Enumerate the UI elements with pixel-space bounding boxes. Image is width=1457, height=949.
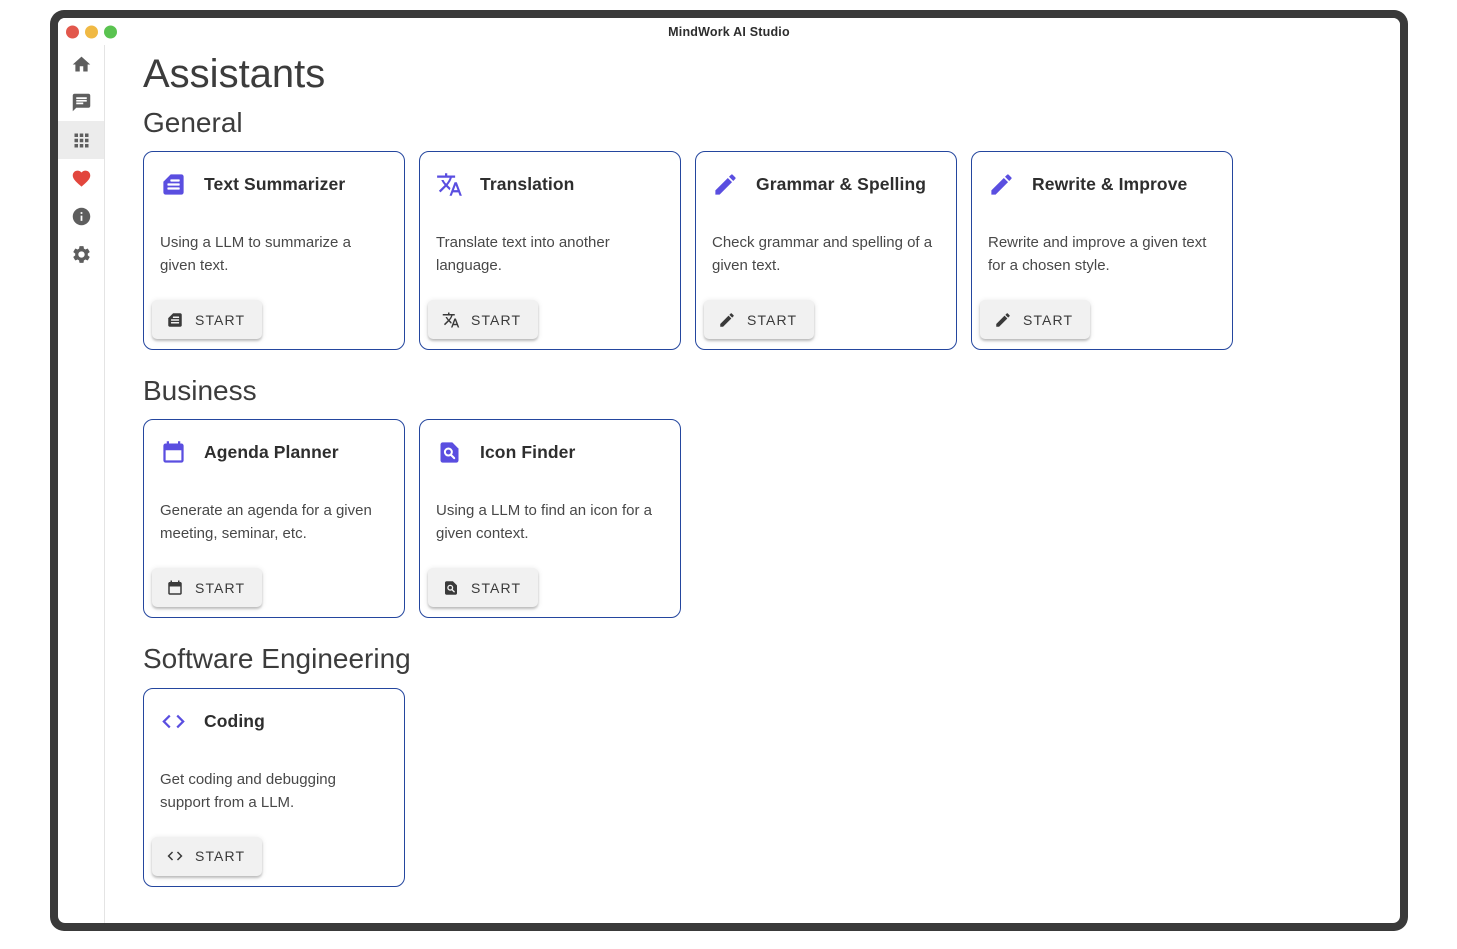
section-software-engineering: Software Engineering Coding Get coding and… [143,643,1380,886]
start-button[interactable]: START [152,837,262,876]
card-header: Translation [436,171,664,198]
card-title: Grammar & Spelling [756,174,926,195]
summarize-icon [166,311,184,329]
card-header: Icon Finder [436,439,664,466]
assistant-card[interactable]: Text Summarizer Using a LLM to summarize … [143,151,405,350]
assistant-card[interactable]: Grammar & Spelling Check grammar and spel… [695,151,957,350]
traffic-lights [66,25,117,38]
section-general: General Text Summarizer Using a LLM to sum… [143,107,1380,350]
calendar-icon [166,579,184,597]
card-title: Text Summarizer [204,174,345,195]
sidebar-item-settings[interactable] [58,235,104,273]
code-icon [166,847,184,865]
card-description: Translate text into another language. [436,231,664,277]
start-button[interactable]: START [704,300,814,339]
card-row: Coding Get coding and debugging support f… [143,688,1380,887]
icon-search-icon [442,579,460,597]
card-header: Rewrite & Improve [988,171,1216,198]
gear-icon [71,244,92,265]
sidebar-item-about[interactable] [58,197,104,235]
pencil-icon [712,171,739,198]
card-description: Using a LLM to summarize a given text. [160,231,388,277]
calendar-icon [160,439,187,466]
card-row: Text Summarizer Using a LLM to summarize … [143,151,1380,350]
assistant-card[interactable]: Translation Translate text into another l… [419,151,681,350]
card-title: Translation [480,174,574,195]
sections-container: General Text Summarizer Using a LLM to sum… [143,107,1380,887]
home-icon [71,54,92,75]
sidebar-item-home[interactable] [58,45,104,83]
section-heading: General [143,107,1380,139]
titlebar: MindWork AI Studio [58,18,1400,45]
translate-icon [442,311,460,329]
heart-icon [71,168,92,189]
card-description: Rewrite and improve a given text for a c… [988,231,1216,277]
window-title: MindWork AI Studio [668,25,790,39]
start-button[interactable]: START [428,568,538,607]
assistant-card[interactable]: Coding Get coding and debugging support f… [143,688,405,887]
card-description: Check grammar and spelling of a given te… [712,231,940,277]
start-button-label: START [195,312,245,328]
start-button-label: START [471,312,521,328]
card-title: Rewrite & Improve [1032,174,1187,195]
start-button[interactable]: START [980,300,1090,339]
app-window: MindWork AI Studio Assistants General Tex… [50,10,1408,931]
card-title: Coding [204,711,265,732]
start-button-label: START [471,580,521,596]
assistant-card[interactable]: Agenda Planner Generate an agenda for a g… [143,419,405,618]
sidebar-item-favorites[interactable] [58,159,104,197]
card-title: Icon Finder [480,442,575,463]
start-button-label: START [747,312,797,328]
sidebar-item-chats[interactable] [58,83,104,121]
summarize-icon [160,171,187,198]
card-description: Generate an agenda for a given meeting, … [160,499,388,545]
apps-grid-icon [71,130,92,151]
section-business: Business Agenda Planner Generate an agenda… [143,375,1380,618]
icon-search-icon [436,439,463,466]
window-content: MindWork AI Studio Assistants General Tex… [58,18,1400,923]
main-content: Assistants General Text Summarizer Using a… [105,45,1400,923]
chat-icon [71,92,92,113]
translate-icon [436,171,463,198]
start-button-label: START [1023,312,1073,328]
close-window-button[interactable] [66,25,79,38]
card-header: Coding [160,708,388,735]
section-heading: Business [143,375,1380,407]
card-description: Get coding and debugging support from a … [160,768,388,814]
start-button[interactable]: START [428,300,538,339]
pencil-icon [988,171,1015,198]
start-button-label: START [195,848,245,864]
sidebar [58,45,105,923]
section-heading: Software Engineering [143,643,1380,675]
pencil-icon [718,311,736,329]
card-row: Agenda Planner Generate an agenda for a g… [143,419,1380,618]
start-button[interactable]: START [152,568,262,607]
assistant-card[interactable]: Icon Finder Using a LLM to find an icon f… [419,419,681,618]
window-body: Assistants General Text Summarizer Using a… [58,45,1400,923]
card-title: Agenda Planner [204,442,339,463]
card-header: Grammar & Spelling [712,171,940,198]
start-button[interactable]: START [152,300,262,339]
start-button-label: START [195,580,245,596]
card-header: Text Summarizer [160,171,388,198]
minimize-window-button[interactable] [85,25,98,38]
card-header: Agenda Planner [160,439,388,466]
assistant-card[interactable]: Rewrite & Improve Rewrite and improve a g… [971,151,1233,350]
maximize-window-button[interactable] [104,25,117,38]
pencil-icon [994,311,1012,329]
info-icon [71,206,92,227]
code-icon [160,708,187,735]
sidebar-item-assistants[interactable] [58,121,104,159]
page-title: Assistants [143,51,1380,97]
card-description: Using a LLM to find an icon for a given … [436,499,664,545]
